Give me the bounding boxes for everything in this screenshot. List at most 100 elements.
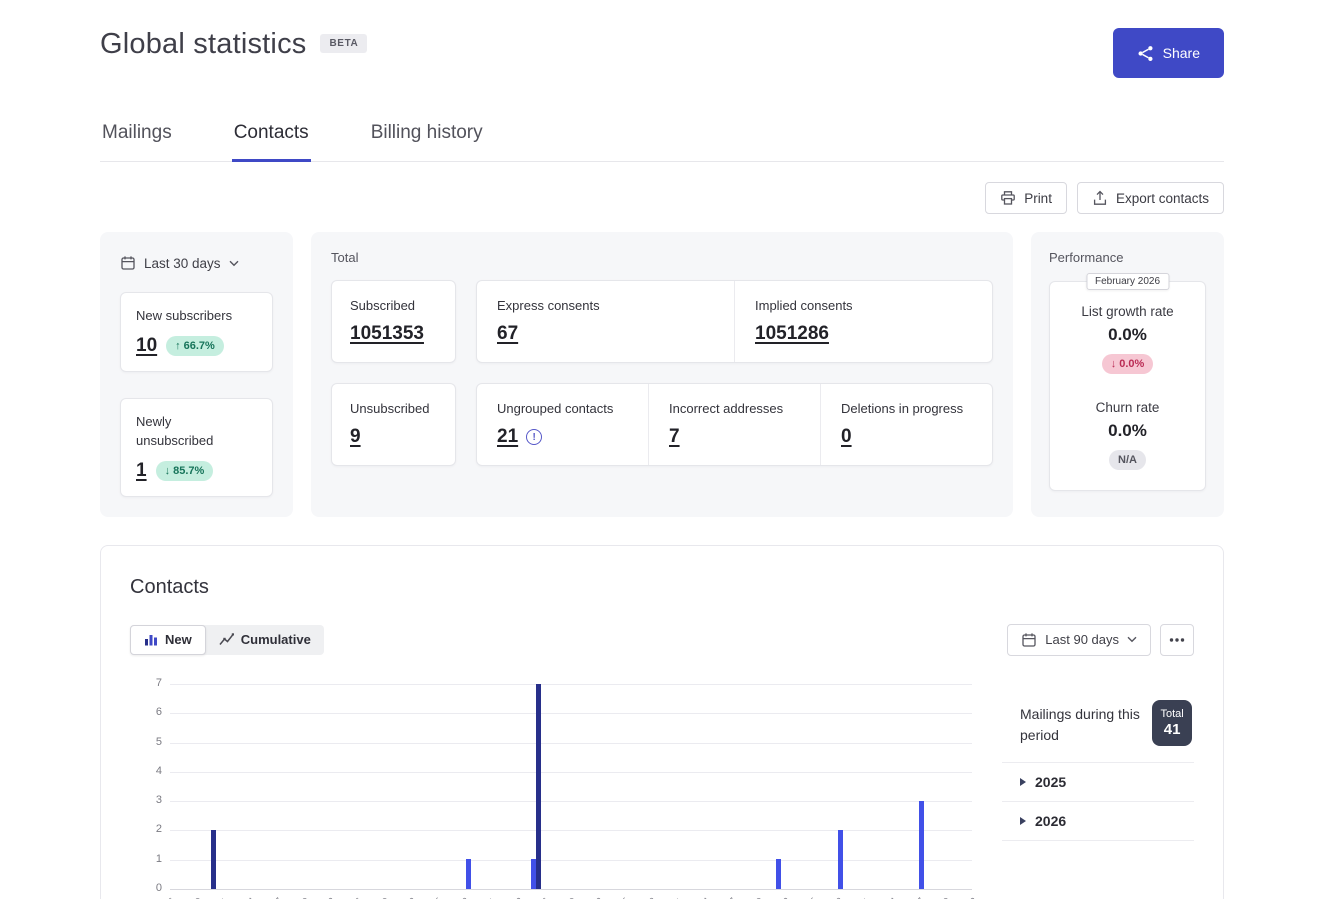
print-button[interactable]: Print [985, 182, 1067, 214]
churn-rate-badge: N/A [1109, 450, 1146, 470]
mailings-total-badge: Total 41 [1152, 700, 1192, 746]
x-axis-tick: 20 [938, 896, 954, 899]
new-subscribers-badge: ↑66.7% [166, 336, 224, 356]
chart-mode-toggle: New Cumulative [130, 625, 324, 655]
x-axis-tick: 10 [297, 896, 313, 899]
consents-card: Express consents 67 Implied consents 105… [476, 280, 993, 363]
chart-bar[interactable] [838, 830, 843, 889]
subscribed-value[interactable]: 1051353 [350, 323, 424, 345]
express-consents-section: Express consents 67 [477, 281, 734, 362]
x-axis-tick: 05 [804, 896, 820, 899]
chart-bar[interactable] [466, 859, 471, 888]
tab-billing-history[interactable]: Billing history [369, 116, 485, 161]
export-contacts-label: Export contacts [1116, 191, 1209, 206]
total-panel-title: Total [331, 250, 993, 265]
calendar-icon [120, 255, 136, 271]
incorrect-addresses-label: Incorrect addresses [669, 401, 800, 416]
list-growth-rate-badge: ↓0.0% [1102, 354, 1154, 374]
mailings-period-label: Mailings during this period [1020, 700, 1144, 746]
share-button[interactable]: Share [1113, 28, 1224, 78]
arrow-down-icon: ↓ [1111, 358, 1117, 370]
x-axis-tick: 31 [484, 896, 500, 899]
print-button-label: Print [1024, 191, 1052, 206]
x-axis-tick: 29 [190, 896, 206, 899]
x-axis-tick: 14 [885, 896, 901, 899]
performance-card: February 2026 List growth rate 0.0% ↓0.0… [1049, 281, 1206, 491]
chart-toolbar: New Cumulative [130, 624, 1194, 656]
new-subscribers-label: New subscribers [136, 307, 257, 326]
list-growth-rate-value: 0.0% [1108, 325, 1147, 345]
toggle-new[interactable]: New [130, 625, 206, 655]
implied-consents-section: Implied consents 1051286 [734, 281, 992, 362]
newly-unsubscribed-badge-text: 85.7% [173, 465, 204, 477]
newly-unsubscribed-label: Newly unsubscribed [136, 413, 226, 451]
bar-chart-icon [144, 633, 158, 646]
expand-triangle-icon [1020, 778, 1026, 786]
chart-bar[interactable] [536, 684, 541, 889]
x-axis-tick: 09 [564, 896, 580, 899]
chart-range-label: Last 90 days [1045, 632, 1119, 647]
implied-consents-value[interactable]: 1051286 [755, 323, 829, 345]
x-axis-tick: 12 [591, 896, 607, 899]
chart-plot: 0123456726290104071013161922252831030609… [170, 684, 972, 889]
new-subscribers-value[interactable]: 10 [136, 335, 157, 357]
chart-bar[interactable] [531, 859, 536, 888]
new-subscribers-card: New subscribers 10 ↑66.7% [120, 292, 273, 372]
x-axis-tick: 26 [163, 896, 179, 899]
new-subscribers-badge-text: 66.7% [184, 340, 215, 352]
contacts-chart-card: Contacts New [100, 545, 1224, 899]
export-contacts-button[interactable]: Export contacts [1077, 182, 1224, 214]
share-button-label: Share [1163, 45, 1200, 61]
list-growth-rate-label: List growth rate [1081, 304, 1173, 319]
x-axis-tick: 18 [644, 896, 660, 899]
year-row-2025[interactable]: 2025 [1002, 763, 1194, 802]
x-axis-tick: 02 [778, 896, 794, 899]
performance-panel-title: Performance [1049, 250, 1206, 265]
incorrect-addresses-value[interactable]: 7 [669, 426, 680, 448]
printer-icon [1000, 190, 1016, 206]
y-axis-tick: 2 [136, 823, 162, 835]
tab-mailings[interactable]: Mailings [100, 116, 174, 161]
x-axis-tick: 03 [510, 896, 526, 899]
gridline [170, 830, 972, 831]
chart-bar[interactable] [211, 830, 216, 889]
subscribed-card: Subscribed 1051353 [331, 280, 456, 363]
tab-contacts[interactable]: Contacts [232, 116, 311, 162]
page-header: Global statistics BETA Share [100, 28, 1224, 78]
ungrouped-contacts-label: Ungrouped contacts [497, 401, 628, 416]
chart-range-dropdown[interactable]: Last 90 days [1007, 624, 1151, 656]
unsubscribed-label: Unsubscribed [350, 401, 437, 416]
more-options-button[interactable] [1160, 624, 1194, 656]
churn-rate-metric: Churn rate 0.0% N/A [1096, 400, 1160, 470]
year-row-2026[interactable]: 2026 [1002, 802, 1194, 841]
newly-unsubscribed-value[interactable]: 1 [136, 460, 147, 482]
x-axis-tick: 28 [457, 896, 473, 899]
gridline [170, 684, 972, 685]
x-axis-tick: 24 [698, 896, 714, 899]
performance-panel: Performance February 2026 List growth ra… [1031, 232, 1224, 517]
ungrouped-contacts-value[interactable]: 21 [497, 426, 518, 448]
x-axis-tick: 01 [216, 896, 232, 899]
deletions-section: Deletions in progress 0 [820, 384, 992, 465]
period-range-dropdown[interactable]: Last 30 days [120, 246, 239, 280]
churn-rate-label: Churn rate [1096, 400, 1160, 415]
y-axis-tick: 7 [136, 677, 162, 689]
beta-badge: BETA [320, 34, 367, 53]
info-icon[interactable]: ! [526, 429, 542, 445]
total-panel: Total Subscribed 1051353 Express consent… [311, 232, 1013, 517]
performance-period-tooltip: February 2026 [1086, 273, 1169, 290]
x-axis-tick: 19 [377, 896, 393, 899]
x-axis-tick: 25 [430, 896, 446, 899]
arrow-down-icon: ↓ [165, 465, 171, 477]
x-axis-tick: 27 [724, 896, 740, 899]
ungrouped-contacts-section: Ungrouped contacts 21 ! [477, 384, 648, 465]
unsubscribed-value[interactable]: 9 [350, 426, 361, 448]
x-axis-tick: 17 [911, 896, 927, 899]
deletions-value[interactable]: 0 [841, 426, 852, 448]
chart-bar[interactable] [776, 859, 781, 888]
toggle-cumulative[interactable]: Cumulative [206, 625, 324, 655]
express-consents-value[interactable]: 67 [497, 323, 518, 345]
chart-bar[interactable] [919, 801, 924, 889]
gridline [170, 889, 972, 890]
ellipsis-icon [1169, 638, 1185, 642]
